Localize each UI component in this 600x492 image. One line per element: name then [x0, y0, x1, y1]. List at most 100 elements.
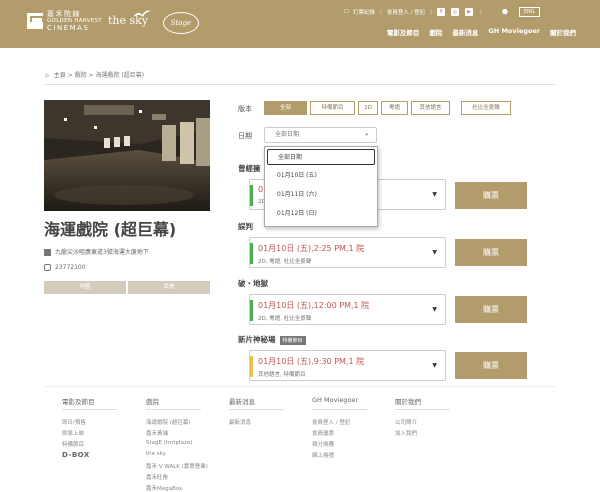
- version-cantonese[interactable]: 粵語: [381, 101, 408, 115]
- footer-title-moviegoer[interactable]: GH Moviegoer: [312, 396, 358, 404]
- member-login-link[interactable]: 會員登入 / 登記: [387, 8, 425, 16]
- home-icon[interactable]: ⌂: [45, 72, 49, 79]
- footer-link[interactable]: 嘉禾黃埔: [146, 429, 168, 437]
- location-icon: [44, 249, 51, 256]
- version-all[interactable]: 全部: [264, 101, 307, 115]
- footer-rule: [146, 409, 201, 410]
- nav-about[interactable]: 關於我們: [550, 27, 576, 37]
- address-text: 九龍尖沙咀廣東道3號海運大廈地下: [55, 249, 149, 256]
- version-other-language[interactable]: 其他語言: [411, 101, 450, 115]
- cinema-address: 九龍尖沙咀廣東道3號海運大廈地下: [44, 247, 149, 256]
- caret-down-icon: ▼: [432, 362, 437, 369]
- footer-rule: [312, 409, 367, 410]
- nav-cinemas[interactable]: 戲院: [429, 27, 442, 37]
- date-select[interactable]: 全部日期 ▾: [264, 127, 377, 143]
- footer-link[interactable]: 加入我們: [395, 429, 417, 437]
- caret-down-icon: ▼: [432, 306, 437, 313]
- session-select-4[interactable]: 01月10日 (五),9:30 PM,1 院 其他語言, 特備節目 ▼: [249, 350, 446, 381]
- footer-link[interactable]: the sky: [146, 451, 166, 457]
- date-dropdown-list: 全部日期 01月10日 (五) 01月11日 (六) 01月12日 (日): [264, 146, 378, 227]
- footer-title-about[interactable]: 關於我們: [395, 396, 421, 406]
- buy-ticket-button-1[interactable]: 購票: [455, 182, 527, 209]
- instagram-icon[interactable]: ◎: [451, 8, 460, 16]
- session-color-bar: [250, 243, 253, 264]
- version-dolby[interactable]: 杜比全景聲: [461, 101, 511, 115]
- session-select-3[interactable]: 01月10日 (五),12:00 PM,1 院 2D, 粵語, 杜比全景聲 ▼: [249, 294, 446, 325]
- site-header: 嘉禾院線 GOLDEN HARVEST CINEMAS the sky Stag…: [0, 0, 600, 48]
- booking-record-link[interactable]: 訂票紀錄: [353, 8, 375, 16]
- buy-ticket-button-2[interactable]: 購票: [455, 239, 527, 266]
- top-links-divider: |: [379, 9, 382, 15]
- footer-link[interactable]: 積分換購: [312, 440, 334, 448]
- footer-link[interactable]: 特備節目: [62, 440, 84, 448]
- movie-title-3: 破・地獄: [238, 279, 268, 288]
- nav-movies[interactable]: 電影及節目: [387, 27, 420, 37]
- footer-link[interactable]: 海運戲院 (超巨幕): [146, 418, 191, 426]
- version-2d[interactable]: 2D: [358, 101, 378, 115]
- cinema-name: 海運戲院 (超巨幕): [44, 220, 177, 239]
- session-color-bar: [250, 185, 253, 206]
- session-time: 01月10日 (五),9:30 PM,1 院: [258, 357, 365, 366]
- logo-line2: CINEMAS: [47, 24, 90, 32]
- movie-title-2: 誤判: [238, 222, 253, 231]
- golden-harvest-logo-icon[interactable]: [27, 13, 44, 29]
- top-links-divider-2: |: [430, 9, 433, 15]
- footer-title-news[interactable]: 最新消息: [229, 396, 255, 406]
- footer-link[interactable]: 公司簡介: [395, 418, 417, 426]
- golden-harvest-logo[interactable]: 嘉禾院線 GOLDEN HARVEST CINEMAS: [47, 11, 102, 32]
- footer-divider: [45, 386, 555, 387]
- footer-title-cinemas[interactable]: 戲院: [146, 396, 159, 406]
- android-icon[interactable]: ⬣: [501, 8, 509, 16]
- date-option-0111[interactable]: 01月11日 (六): [267, 187, 375, 203]
- phone-icon: [44, 264, 51, 271]
- footer-link[interactable]: 最新消息: [229, 418, 251, 426]
- footer-rule: [395, 409, 450, 410]
- session-time: 01月10日 (五),12:00 PM,1 院: [258, 301, 370, 310]
- footer-link[interactable]: 嘉禾MegaBox: [146, 484, 182, 492]
- version-label: 版本: [238, 105, 252, 113]
- footer-link[interactable]: 會員優惠: [312, 429, 334, 437]
- movie-title-4: 新片神秘場 特備節目: [238, 334, 306, 345]
- map-button[interactable]: 地圖: [44, 281, 126, 294]
- breadcrumb-cinemas[interactable]: 戲院: [75, 72, 87, 79]
- nav-moviegoer[interactable]: GH Moviegoer: [488, 27, 540, 37]
- buy-ticket-button-4[interactable]: 購票: [455, 352, 527, 379]
- session-info: 其他語言, 特備節目: [258, 372, 306, 378]
- footer-link[interactable]: 網上換禮: [312, 451, 334, 459]
- footer-link[interactable]: 會員登入 / 登記: [312, 418, 350, 426]
- footer-rule: [229, 409, 284, 410]
- footer-link[interactable]: 嘉禾 V WALK (實惠營業): [146, 462, 208, 470]
- caret-down-icon: ▼: [432, 191, 437, 198]
- stage-logo[interactable]: Stage: [163, 12, 199, 34]
- buy-ticket-button-3[interactable]: 購票: [455, 296, 527, 323]
- breadcrumb-home[interactable]: 主頁: [54, 72, 66, 79]
- chevron-down-icon: ▾: [365, 132, 368, 138]
- cinema-phone: 23772100: [44, 264, 86, 271]
- session-time: 01月10日 (五),2:25 PM,1 院: [258, 244, 365, 253]
- cinema-photo: [44, 100, 210, 211]
- footer-link[interactable]: 即將上映: [62, 429, 84, 437]
- date-option-all[interactable]: 全部日期: [267, 149, 375, 165]
- caret-down-icon: ▼: [432, 249, 437, 256]
- session-select-2[interactable]: 01月10日 (五),2:25 PM,1 院 2D, 粵語, 杜比全景聲 ▼: [249, 237, 446, 268]
- date-label: 日期: [238, 132, 252, 140]
- session-info: 2D, 粵語, 杜比全景聲: [258, 259, 312, 265]
- logo-chinese: 嘉禾院線: [47, 10, 81, 18]
- language-button[interactable]: ENG: [518, 7, 540, 17]
- footer-link[interactable]: 嘉禾旺角: [146, 473, 168, 481]
- version-special[interactable]: 特備節目: [310, 101, 355, 115]
- date-option-0112[interactable]: 01月12日 (日): [267, 206, 375, 222]
- footer-link[interactable]: StagE (tmtplaza): [146, 440, 192, 446]
- footer-link[interactable]: 即日/預售: [62, 418, 86, 426]
- youtube-icon[interactable]: ▶: [465, 8, 474, 16]
- date-option-0110[interactable]: 01月10日 (五): [267, 168, 375, 184]
- apple-icon[interactable]: [487, 8, 495, 16]
- special-program-tag: 特備節目: [279, 335, 306, 345]
- dbox-logo[interactable]: D-BOX: [62, 451, 90, 459]
- facebook-icon[interactable]: f: [437, 8, 446, 16]
- nav-news[interactable]: 最新消息: [452, 27, 478, 37]
- top-links: ☐ 訂票紀錄 | 會員登入 / 登記 | f ◎ ▶ | ⬣ ENG: [344, 7, 540, 17]
- the-sky-logo[interactable]: the sky: [108, 10, 151, 27]
- footer-title-movies[interactable]: 電影及節目: [62, 396, 95, 406]
- facilities-button[interactable]: 設施: [128, 281, 210, 294]
